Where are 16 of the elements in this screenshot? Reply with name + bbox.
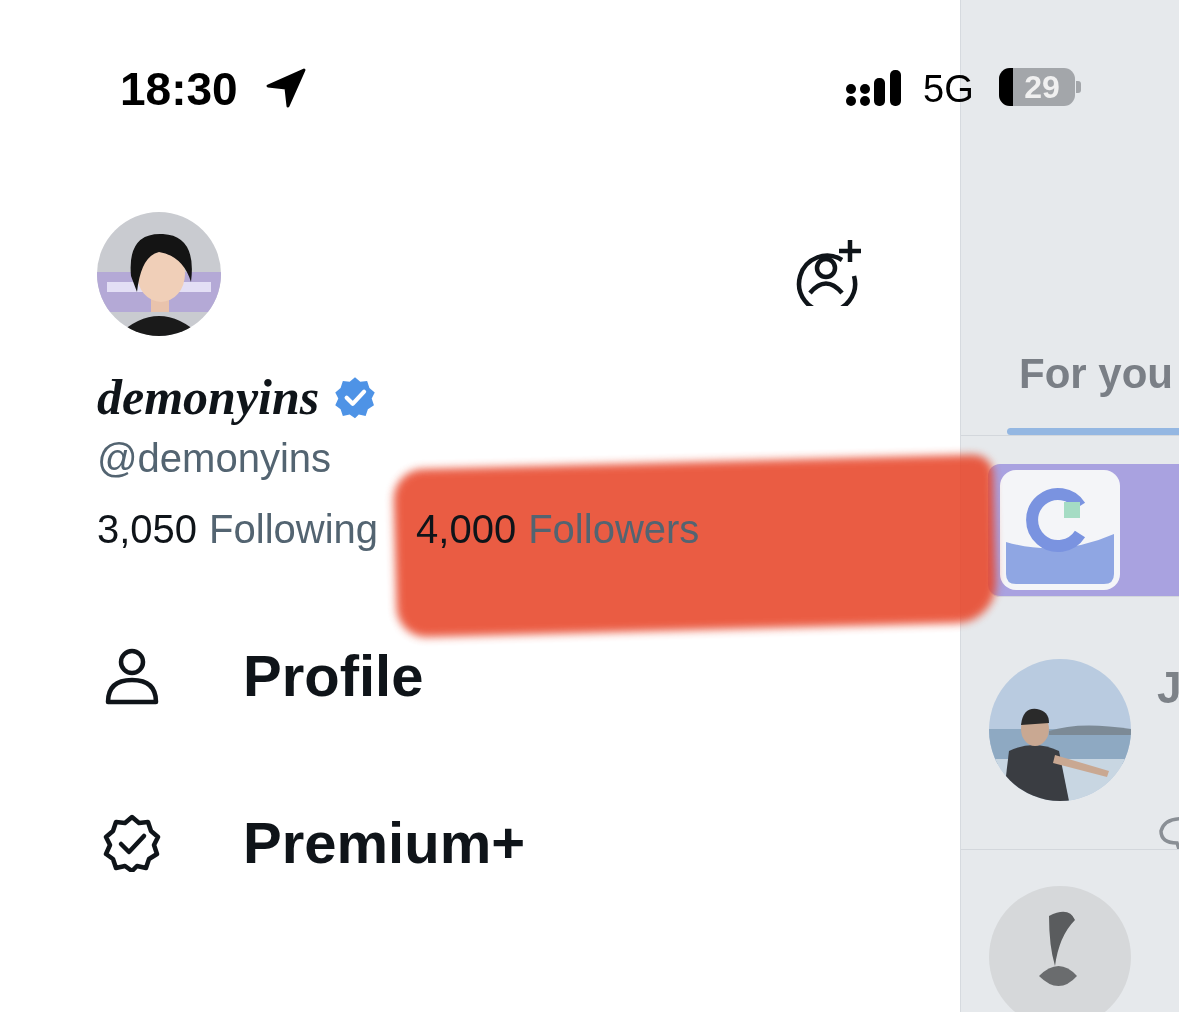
- menu-item[interactable]: Profile: [243, 642, 424, 709]
- author-name: J: [1157, 663, 1179, 713]
- following-count[interactable]: 3,050: [97, 507, 198, 552]
- menu-item[interactable]: Premium+: [243, 809, 526, 876]
- person-icon: [103, 646, 161, 705]
- followers-count[interactable]: 4,000: [416, 507, 517, 552]
- verified-badge-icon: [103, 813, 161, 872]
- display-name: demonyins: [97, 368, 320, 426]
- status-time: 18:30: [120, 62, 238, 116]
- handle: @demonyins: [97, 436, 333, 481]
- location-arrow-icon: [266, 68, 306, 108]
- feed-tab[interactable]: For you: [961, 340, 1179, 428]
- app-icon: [998, 468, 1122, 592]
- add-account-icon[interactable]: [794, 238, 862, 306]
- network-label: 5G: [923, 68, 974, 111]
- following-label[interactable]: Following: [209, 507, 379, 552]
